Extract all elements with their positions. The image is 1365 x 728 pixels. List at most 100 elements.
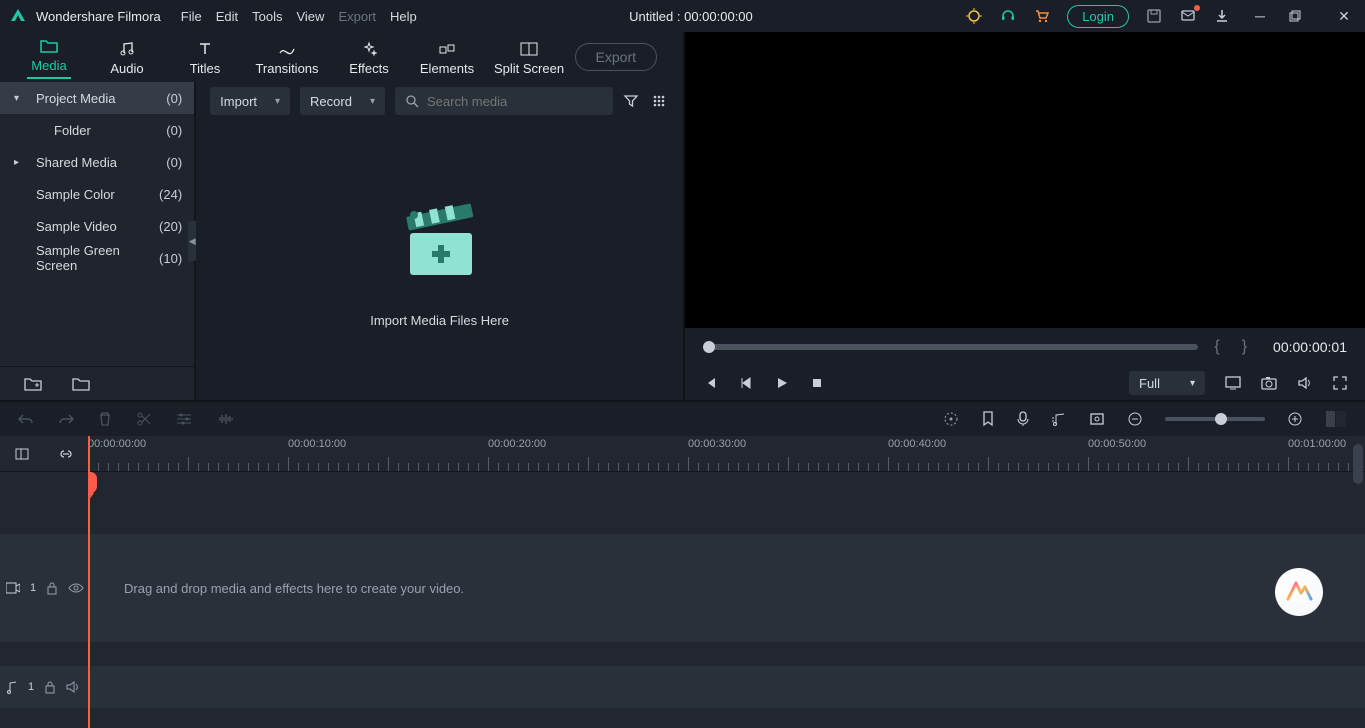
- marker-icon[interactable]: [981, 411, 995, 427]
- elements-icon: [437, 39, 457, 59]
- import-dropdown[interactable]: Import▾: [210, 87, 290, 115]
- tab-transitions[interactable]: Transitions: [244, 39, 330, 76]
- play-button[interactable]: [775, 376, 789, 390]
- search-box[interactable]: [395, 87, 613, 115]
- download-icon[interactable]: [1213, 7, 1231, 25]
- split-icon: [519, 39, 539, 59]
- playhead[interactable]: [88, 436, 90, 728]
- zoom-fit-button[interactable]: [1325, 410, 1347, 428]
- tab-elements[interactable]: Elements: [408, 39, 486, 76]
- tab-split-screen[interactable]: Split Screen: [486, 39, 572, 76]
- support-icon[interactable]: [999, 7, 1017, 25]
- save-icon[interactable]: [1145, 7, 1163, 25]
- filter-icon[interactable]: [623, 93, 641, 109]
- sidebar-shared-media[interactable]: ▸ Shared Media (0): [0, 146, 194, 178]
- track-manage-icon[interactable]: [14, 447, 30, 461]
- text-icon: [195, 39, 215, 59]
- voiceover-icon[interactable]: [1017, 411, 1029, 427]
- tab-effects[interactable]: Effects: [330, 39, 408, 76]
- project-title: Untitled : 00:00:00:00: [417, 9, 965, 24]
- mark-in-icon[interactable]: {: [1208, 338, 1225, 356]
- minimize-button[interactable]: ─: [1247, 8, 1273, 24]
- menu-view[interactable]: View: [296, 9, 324, 24]
- cart-icon[interactable]: [1033, 7, 1051, 25]
- maximize-button[interactable]: [1289, 10, 1315, 22]
- message-icon[interactable]: [1179, 7, 1197, 25]
- music-icon: [117, 39, 137, 59]
- video-track[interactable]: Drag and drop media and effects here to …: [88, 534, 1365, 642]
- main-menu: File Edit Tools View Export Help: [181, 9, 417, 24]
- crop-icon[interactable]: [1089, 412, 1105, 426]
- mixer-icon[interactable]: [1051, 412, 1067, 426]
- sparkle-icon: [359, 39, 379, 59]
- timeline-toolbar: [0, 400, 1365, 436]
- delete-button: [98, 411, 112, 427]
- transition-icon: [277, 39, 297, 59]
- timeline: 1 1 00:00:00:0000:00:10:0000:00:20:0000:…: [0, 436, 1365, 728]
- stop-button[interactable]: [811, 377, 823, 389]
- menu-export: Export: [338, 9, 376, 24]
- tab-audio[interactable]: Audio: [88, 39, 166, 76]
- lock-icon[interactable]: [46, 581, 58, 595]
- fullscreen-icon[interactable]: [1333, 376, 1347, 390]
- render-icon[interactable]: [943, 411, 959, 427]
- menu-help[interactable]: Help: [390, 9, 417, 24]
- audio-track-label: 1: [28, 681, 34, 693]
- menu-file[interactable]: File: [181, 9, 202, 24]
- timeline-ruler[interactable]: 00:00:00:0000:00:10:0000:00:20:0000:00:3…: [88, 436, 1365, 472]
- step-back-button[interactable]: [739, 376, 753, 390]
- empty-media-text: Import Media Files Here: [370, 313, 509, 328]
- volume-icon[interactable]: [1297, 376, 1313, 390]
- login-button[interactable]: Login: [1067, 5, 1129, 28]
- zoom-out-button[interactable]: [1127, 411, 1143, 427]
- media-tabbar: Media Audio Titles Transitions Effects: [0, 32, 683, 82]
- folder-icon[interactable]: [72, 376, 90, 392]
- chevron-down-icon: ▾: [370, 96, 375, 107]
- eye-icon[interactable]: [68, 582, 84, 594]
- snapshot-icon[interactable]: [1261, 376, 1277, 390]
- chevron-down-icon: ▾: [275, 96, 280, 107]
- audio-track[interactable]: [88, 666, 1365, 708]
- link-icon[interactable]: [58, 447, 74, 461]
- menu-edit[interactable]: Edit: [216, 9, 238, 24]
- sidebar-sample-green-screen[interactable]: Sample Green Screen (10): [0, 242, 194, 274]
- audio-wave-icon: [216, 412, 234, 426]
- sidebar-sample-color[interactable]: Sample Color (24): [0, 178, 194, 210]
- record-dropdown[interactable]: Record▾: [300, 87, 385, 115]
- tab-media[interactable]: Media: [10, 36, 88, 79]
- redo-button: [58, 412, 74, 426]
- sidebar-project-media[interactable]: ▾ Project Media (0): [0, 82, 194, 114]
- empty-media-drop[interactable]: Import Media Files Here: [196, 120, 683, 400]
- quality-select[interactable]: Full▾: [1129, 371, 1205, 395]
- undo-button: [18, 412, 34, 426]
- split-button: [136, 411, 152, 427]
- prev-frame-button[interactable]: [703, 376, 717, 390]
- tab-titles[interactable]: Titles: [166, 39, 244, 76]
- export-button: Export: [575, 43, 657, 71]
- filmora-badge[interactable]: [1275, 568, 1323, 616]
- timeline-tracks[interactable]: 00:00:00:0000:00:10:0000:00:20:0000:00:3…: [88, 436, 1365, 728]
- video-track-icon: [6, 582, 20, 594]
- timeline-scrollbar[interactable]: [1353, 444, 1363, 714]
- search-input[interactable]: [427, 94, 603, 109]
- tips-icon[interactable]: [965, 7, 983, 25]
- mark-out-icon[interactable]: }: [1236, 338, 1253, 356]
- display-icon[interactable]: [1225, 376, 1241, 390]
- grid-view-icon[interactable]: [651, 93, 669, 109]
- collapse-handle[interactable]: ◀: [188, 221, 196, 261]
- lock-icon[interactable]: [44, 680, 56, 694]
- media-panel: ◀ Import▾ Record▾: [196, 82, 683, 400]
- chevron-down-icon: ▾: [1190, 378, 1195, 389]
- close-button[interactable]: ✕: [1331, 8, 1357, 25]
- sidebar-sample-video[interactable]: Sample Video (20): [0, 210, 194, 242]
- preview-viewer[interactable]: [685, 32, 1365, 328]
- speaker-icon[interactable]: [66, 681, 80, 693]
- new-folder-icon[interactable]: [24, 376, 42, 392]
- sidebar-folder[interactable]: Folder (0): [0, 114, 194, 146]
- preview-panel: { } 00:00:00:01 Full▾: [684, 32, 1365, 400]
- zoom-slider[interactable]: [1165, 417, 1265, 421]
- adjust-icon: [176, 412, 192, 426]
- menu-tools[interactable]: Tools: [252, 9, 282, 24]
- preview-scrubber[interactable]: [703, 344, 1198, 350]
- zoom-in-button[interactable]: [1287, 411, 1303, 427]
